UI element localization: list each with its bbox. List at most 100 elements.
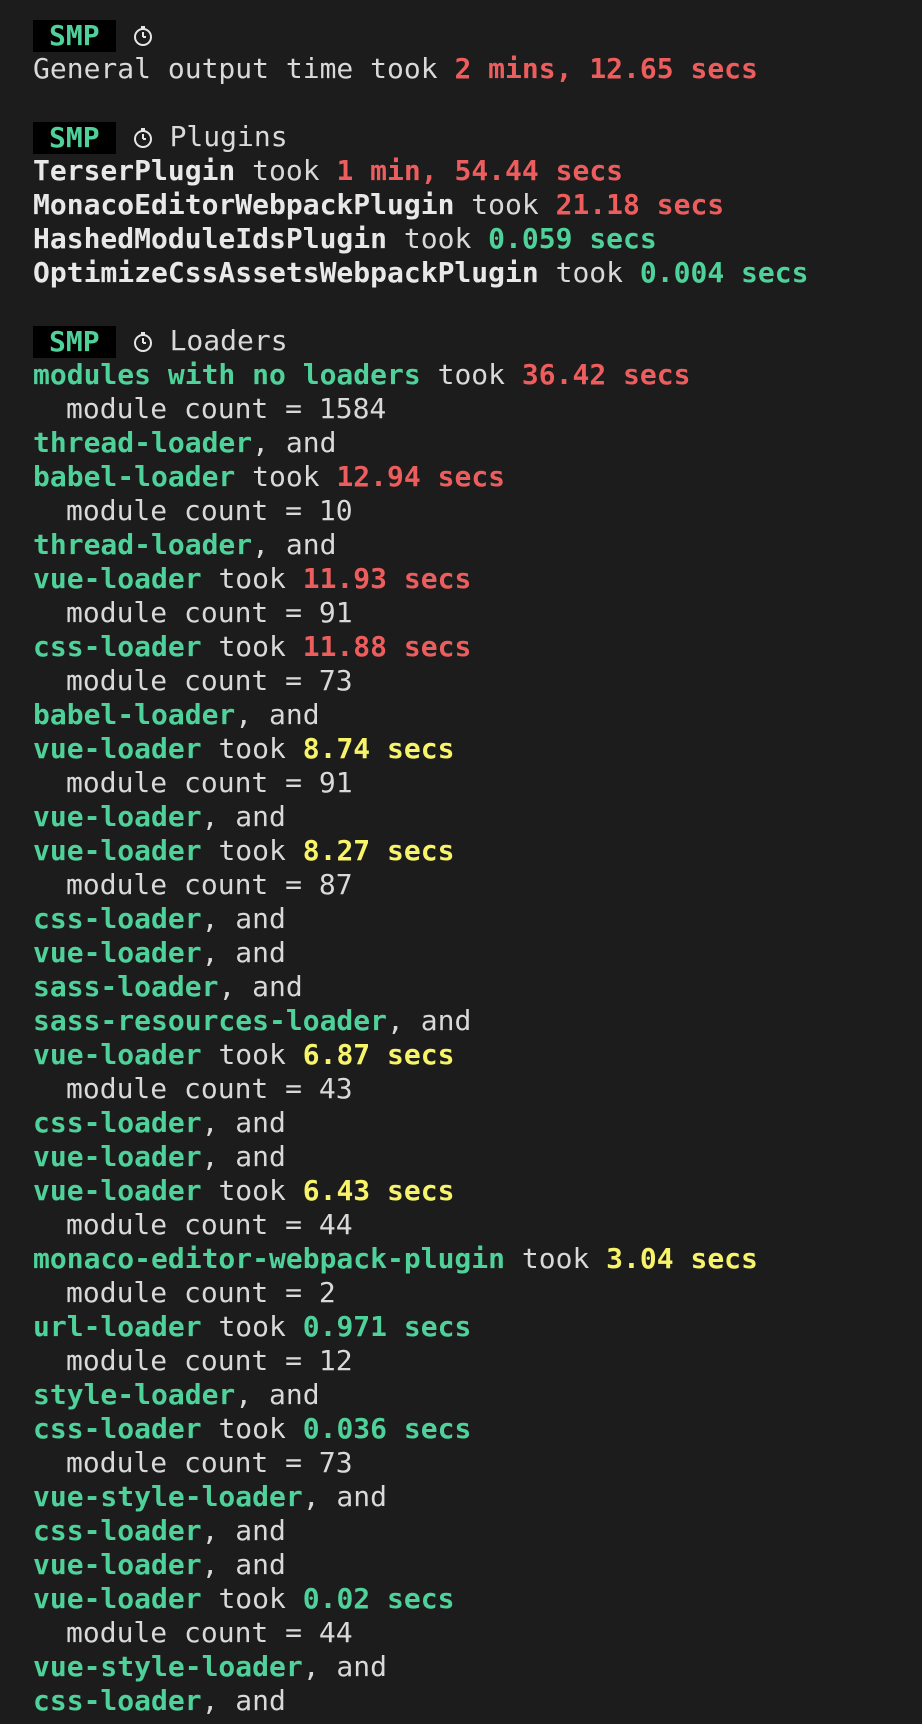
chain-separator: , and [201,1684,286,1717]
loader-name: thread-loader [33,528,253,561]
loader-name: vue-loader [33,936,202,969]
plugin-line: TerserPlugin took 1 min, 54.44 secs [33,154,922,188]
chain-separator: , and [201,1140,286,1173]
module-count: module count = 43 [66,1072,353,1105]
module-count: module count = 44 [66,1208,353,1241]
module-count: module count = 12 [66,1344,353,1377]
chain-separator: , and [201,800,286,833]
module-count: module count = 44 [66,1616,353,1649]
loader-name: css-loader [33,902,202,935]
loader-name: css-loader [33,1684,202,1717]
chain-separator: , and [201,936,286,969]
loader-time: 11.93 secs [302,562,472,595]
loader-chain-line: vue-loader, and [33,1140,922,1174]
loader-chain-line: thread-loader, and [33,426,922,460]
plugin-name: HashedModuleIdsPlugin [33,222,388,255]
loader-chain-line: css-loader, and [33,1106,922,1140]
loader-name: vue-loader [33,834,202,867]
chain-separator: , and [201,1106,286,1139]
took-word: took [370,52,438,85]
took-word: took [218,1582,286,1615]
general-time: 2 mins, 12.65 secs [454,52,758,85]
module-count-line: module count = 12 [33,1344,922,1378]
took-word: took [252,460,320,493]
loader-chain-line: thread-loader, and [33,528,922,562]
loader-took-line: vue-loader took 0.02 secs [33,1582,922,1616]
module-count-line: module count = 10 [33,494,922,528]
took-word: took [555,256,624,289]
loader-name: monaco-editor-webpack-plugin [33,1242,506,1275]
module-count: module count = 73 [66,664,353,697]
loader-time: 0.036 secs [302,1412,472,1445]
plugin-name: MonacoEditorWebpackPlugin [33,188,455,221]
chain-separator: , and [252,426,337,459]
loader-took-line: vue-loader took 6.43 secs [33,1174,922,1208]
chain-separator: , and [201,902,286,935]
plugin-name: OptimizeCssAssetsWebpackPlugin [33,256,539,289]
loader-time: 11.88 secs [302,630,472,663]
chain-separator: , and [302,1480,388,1513]
took-word: took [218,1412,286,1445]
loaders-title: Loaders [169,324,288,357]
terminal-output: SMP General output time took 2 mins, 12.… [0,0,922,1724]
plugin-name: TerserPlugin [33,154,236,187]
smp-badge: SMP [33,20,116,52]
loader-list: modules with no loaders took 36.42 secs m… [33,358,922,1718]
module-count-line: module count = 1584 [33,392,922,426]
loader-name: vue-style-loader [33,1650,303,1683]
module-count: module count = 10 [66,494,353,527]
loader-took-line: url-loader took 0.971 secs [33,1310,922,1344]
took-word: took [218,1310,286,1343]
loader-name: vue-loader [33,562,202,595]
loader-time: 8.27 secs [302,834,455,867]
smp-badge: SMP [33,326,116,358]
module-count-line: module count = 43 [33,1072,922,1106]
loader-name: vue-loader [33,1582,202,1615]
smp-badge: SMP [33,122,116,154]
loader-chain-line: vue-loader, and [33,1548,922,1582]
smp-header-general: SMP [33,18,922,52]
module-count: module count = 2 [66,1276,336,1309]
took-word: took [218,630,286,663]
module-count: module count = 87 [66,868,353,901]
loader-name: css-loader [33,630,202,663]
plugin-time: 0.004 secs [639,256,809,289]
module-count: module count = 73 [66,1446,353,1479]
loader-name: vue-loader [33,1174,202,1207]
loader-chain-line: vue-loader, and [33,936,922,970]
plugin-time: 1 min, 54.44 secs [336,154,624,187]
chain-separator: , and [252,528,337,561]
loader-chain-line: vue-style-loader, and [33,1650,922,1684]
plugin-line: MonacoEditorWebpackPlugin took 21.18 sec… [33,188,922,222]
module-count-line: module count = 73 [33,664,922,698]
loader-name: vue-loader [33,1140,202,1173]
loader-time: 12.94 secs [336,460,506,493]
loader-name: thread-loader [33,426,253,459]
loader-took-line: vue-loader took 8.27 secs [33,834,922,868]
plugin-time: 21.18 secs [555,188,725,221]
loader-name: css-loader [33,1514,202,1547]
took-word: took [437,358,506,391]
took-word: took [218,834,286,867]
loader-time: 6.43 secs [302,1174,455,1207]
module-count-line: module count = 73 [33,1446,922,1480]
took-word: took [521,1242,590,1275]
loader-name: sass-resources-loader [33,1004,388,1037]
loader-took-line: vue-loader took 8.74 secs [33,732,922,766]
module-count-line: module count = 44 [33,1208,922,1242]
loader-time: 8.74 secs [302,732,455,765]
loader-chain-line: style-loader, and [33,1378,922,1412]
smp-header-plugins: SMP Plugins [33,120,922,154]
loader-name: vue-style-loader [33,1480,303,1513]
plugin-time: 0.059 secs [488,222,657,255]
loader-name: babel-loader [33,698,236,731]
loader-name: css-loader [33,1412,202,1445]
loader-name: sass-loader [33,970,219,1003]
loader-name: vue-loader [33,732,202,765]
loader-chain-line: vue-style-loader, and [33,1480,922,1514]
loader-name: vue-loader [33,800,202,833]
stopwatch-icon [132,25,154,47]
loader-chain-line: babel-loader, and [33,698,922,732]
